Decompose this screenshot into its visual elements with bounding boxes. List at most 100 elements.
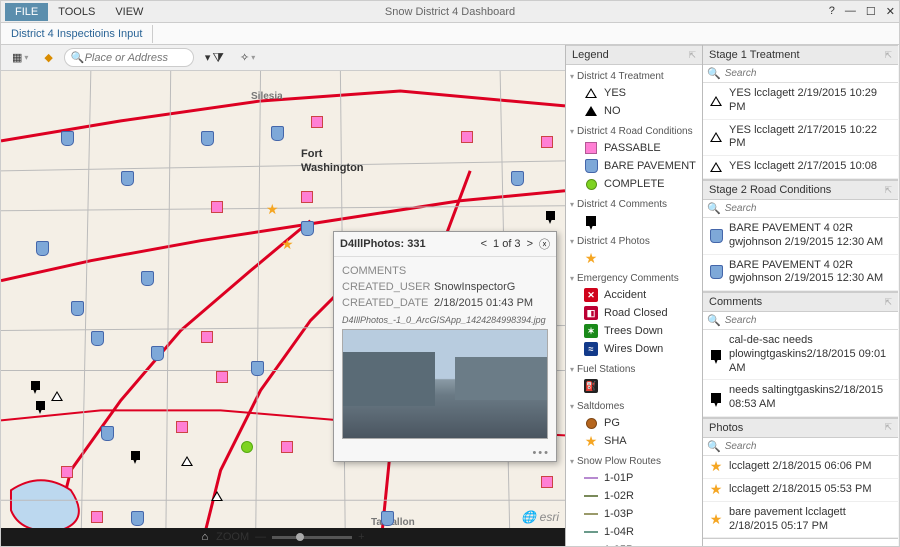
list-item-text: lcclagett 2/18/2015 05:53 PM xyxy=(729,483,892,497)
legend-item: 1-02R xyxy=(570,487,698,505)
legend-item: PASSABLE xyxy=(570,139,698,157)
popup-next-icon[interactable]: > xyxy=(527,238,533,250)
list-item[interactable]: YES lcclagett 2/17/2015 10:08 xyxy=(703,156,898,179)
legend-item: ◧Road Closed xyxy=(570,304,698,322)
side-search-input[interactable] xyxy=(725,315,894,326)
legend-item: ★SHA xyxy=(570,432,698,450)
zoom-in-icon[interactable]: + xyxy=(358,531,364,543)
filter-tool[interactable]: ▾⧩ xyxy=(200,47,229,69)
legend-item-label: 1-02R xyxy=(604,490,634,502)
search-icon: 🔍 xyxy=(707,67,721,80)
layers-tool[interactable]: ◆ xyxy=(39,48,57,67)
legend-group-title[interactable]: ▾ District 4 Road Conditions xyxy=(570,124,698,139)
menu-view[interactable]: VIEW xyxy=(105,3,153,21)
chevron-down-icon: ▾ xyxy=(570,200,574,209)
list-item-text: bare pavement lcclagett 2/18/2015 05:17 … xyxy=(729,506,892,534)
list-item[interactable]: YES lcclagett 2/17/2015 10:22 PM xyxy=(703,120,898,157)
list-item-text: lcclagett 2/18/2015 06:06 PM xyxy=(729,460,892,474)
map-search-input[interactable] xyxy=(85,52,187,64)
zoom-out-icon[interactable]: — xyxy=(255,531,266,543)
map-canvas[interactable]: FortWashington Silesia Tantallon Park ★★… xyxy=(1,71,565,528)
close-icon[interactable]: ✕ xyxy=(886,5,895,18)
popup-title: D4IllPhotos: 331 xyxy=(340,238,426,250)
legend-item: ★ xyxy=(570,249,698,267)
map-toolbar: ▦ ▾ ◆ 🔍 ▾⧩ ✧ ▾ xyxy=(1,45,565,71)
list-item-text: YES lcclagett 2/17/2015 10:08 xyxy=(729,160,892,174)
popup-filename: D4IllPhotos_-1_0_ArcGISApp_1424284998394… xyxy=(342,311,548,329)
chevron-down-icon: ▾ xyxy=(570,72,574,81)
legend-item: 1-01P xyxy=(570,469,698,487)
side-section-header[interactable]: Photos⇱ xyxy=(703,418,898,438)
list-item[interactable]: YES lcclagett 2/19/2015 10:29 PM xyxy=(703,83,898,120)
legend-panel: Legend⇱ ▾ District 4 TreatmentYESNO▾ Dis… xyxy=(566,45,703,546)
list-item[interactable]: needs saltingtgaskins2/18/2015 08:53 AM xyxy=(703,380,898,417)
legend-item-label: PASSABLE xyxy=(604,142,661,154)
chevron-down-icon: ▾ xyxy=(570,274,574,283)
pin-icon[interactable]: ⇱ xyxy=(884,185,892,196)
maximize-icon[interactable]: ☐ xyxy=(866,5,876,18)
popup-photo xyxy=(342,329,548,439)
list-item[interactable]: ★lcclagett 2/18/2015 06:06 PM xyxy=(703,456,898,479)
popup-field-value: SnowInspectorG xyxy=(434,281,515,293)
menu-file[interactable]: FILE xyxy=(5,3,48,21)
popup-close-icon[interactable]: ⓧ xyxy=(539,236,550,252)
legend-item-label: 1-01P xyxy=(604,472,633,484)
list-item-text: YES lcclagett 2/19/2015 10:29 PM xyxy=(729,87,892,115)
zoom-slider[interactable] xyxy=(272,536,352,539)
popup-field-value: 2/18/2015 01:43 PM xyxy=(434,297,533,309)
basemap-tool[interactable]: ▦ ▾ xyxy=(7,48,33,67)
select-tool[interactable]: ✧ ▾ xyxy=(235,48,260,67)
pin-icon[interactable]: ⇱ xyxy=(884,50,892,61)
list-item[interactable]: BARE PAVEMENT 4 02R gwjohnson 2/19/2015 … xyxy=(703,218,898,255)
legend-item: 1-05P xyxy=(570,541,698,546)
legend-item-label: Trees Down xyxy=(604,325,663,337)
pin-icon[interactable]: ⇱ xyxy=(688,50,696,61)
popup-field-key: CREATED_DATE xyxy=(342,297,428,309)
map-search[interactable]: 🔍 xyxy=(64,48,194,67)
legend-item: NO xyxy=(570,102,698,120)
feature-popup: D4IllPhotos: 331 < 1 of 3 > ⓧ COMMENTS C… xyxy=(333,231,557,462)
legend-group-title[interactable]: ▾ Snow Plow Routes xyxy=(570,454,698,469)
legend-item-label: 1-04R xyxy=(604,526,634,538)
list-item-text: needs saltingtgaskins2/18/2015 08:53 AM xyxy=(729,384,892,412)
legend-group-title[interactable]: ▾ Emergency Comments xyxy=(570,271,698,286)
map-label-silesia: Silesia xyxy=(251,91,283,102)
pin-icon[interactable]: ⇱ xyxy=(884,422,892,433)
home-icon[interactable]: ⌂ xyxy=(201,531,208,543)
legend-group-title[interactable]: ▾ Saltdomes xyxy=(570,399,698,414)
side-search-input[interactable] xyxy=(725,203,894,214)
map-label-fort: FortWashington xyxy=(301,146,364,174)
legend-item: ≈Wires Down xyxy=(570,340,698,358)
list-item[interactable]: ★bare pavement lcclagett 2/18/2015 05:17… xyxy=(703,502,898,539)
legend-item: BARE PAVEMENT xyxy=(570,157,698,175)
search-icon: 🔍 xyxy=(707,202,721,215)
tab-bar: District 4 Inspectioins Input xyxy=(1,23,899,45)
list-item[interactable]: cal-de-sac needs plowingtgaskins2/18/201… xyxy=(703,330,898,380)
list-item[interactable]: BARE PAVEMENT 4 02R gwjohnson 2/19/2015 … xyxy=(703,255,898,292)
popup-prev-icon[interactable]: < xyxy=(481,238,487,250)
legend-item: ⛽ xyxy=(570,377,698,395)
legend-group-title[interactable]: ▾ District 4 Photos xyxy=(570,234,698,249)
side-search-input[interactable] xyxy=(725,68,894,79)
minimize-icon[interactable]: — xyxy=(845,5,856,18)
chevron-down-icon: ▾ xyxy=(570,457,574,466)
tab-inspections-input[interactable]: District 4 Inspectioins Input xyxy=(1,25,153,43)
legend-item-label: Road Closed xyxy=(604,307,668,319)
legend-group-title[interactable]: ▾ Fuel Stations xyxy=(570,362,698,377)
side-section-header[interactable]: Comments⇱ xyxy=(703,292,898,312)
legend-group-title[interactable]: ▾ District 4 Treatment xyxy=(570,69,698,84)
legend-group-title[interactable]: ▾ District 4 Comments xyxy=(570,197,698,212)
help-icon[interactable]: ? xyxy=(829,5,835,18)
menu-tools[interactable]: TOOLS xyxy=(48,3,105,21)
popup-menu-icon[interactable]: ••• xyxy=(334,445,556,461)
legend-item-label: Accident xyxy=(604,289,646,301)
legend-item: 1-04R xyxy=(570,523,698,541)
side-section-header[interactable]: Stage 2 Road Conditions⇱ xyxy=(703,180,898,200)
list-item[interactable]: ★lcclagett 2/18/2015 05:53 PM xyxy=(703,479,898,502)
search-icon: 🔍 xyxy=(707,314,721,327)
side-search-input[interactable] xyxy=(725,441,894,452)
search-icon: 🔍 xyxy=(707,440,721,453)
side-section-header[interactable]: Stage 1 Treatment⇱ xyxy=(703,45,898,65)
legend-item-label: 1-03P xyxy=(604,508,633,520)
pin-icon[interactable]: ⇱ xyxy=(884,297,892,308)
